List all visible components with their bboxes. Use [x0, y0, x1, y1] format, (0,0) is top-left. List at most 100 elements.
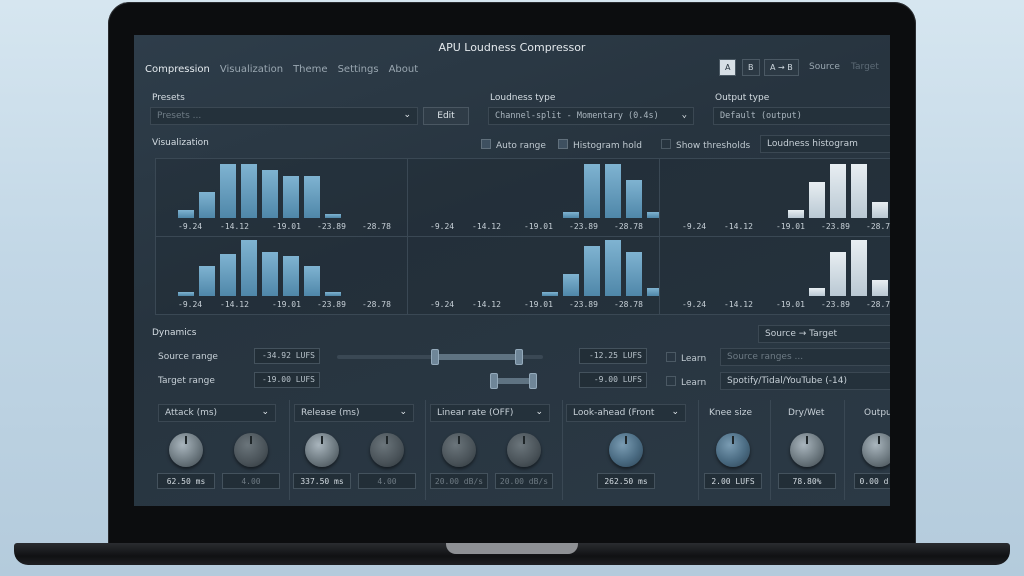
visualization-mode-value: Loudness histogram: [767, 139, 858, 149]
show-thresholds-checkbox[interactable]: Show thresholds: [661, 139, 750, 151]
edit-preset-button[interactable]: Edit: [423, 107, 469, 125]
output-type-value: Default (output): [720, 111, 802, 121]
source-range-max-field[interactable]: -12.25 LUFS: [579, 348, 647, 364]
tab-about[interactable]: About: [384, 61, 424, 78]
attack-knob[interactable]: [169, 433, 203, 467]
auto-range-label: Auto range: [496, 141, 546, 151]
dry-wet-label: Dry/Wet: [788, 408, 825, 418]
attack-secondary-knob[interactable]: [234, 433, 268, 467]
source-toggle[interactable]: Source: [809, 62, 840, 72]
dynamics-mode-value: Source → Target: [765, 329, 838, 339]
knob-pointer: [732, 436, 734, 444]
target-toggle[interactable]: Target: [851, 62, 879, 72]
histogram-bar: [199, 266, 215, 296]
target-preset-value: Spotify/Tidal/YouTube (-14): [727, 376, 847, 386]
target-range-min-handle[interactable]: [490, 373, 498, 389]
attack-value[interactable]: 62.50 ms: [157, 473, 215, 489]
divider: [425, 400, 426, 500]
histogram-bar: [626, 252, 642, 296]
target-range-min-field[interactable]: -19.00 LUFS: [254, 372, 320, 388]
tab-visualization[interactable]: Visualization: [215, 61, 288, 78]
tab-theme[interactable]: Theme: [288, 61, 333, 78]
preset-a-button[interactable]: A: [719, 59, 737, 76]
tick-label: -28.78: [362, 300, 391, 309]
attack-select[interactable]: Attack (ms) ⌄: [158, 404, 276, 422]
histogram-bar: [241, 240, 257, 296]
chevron-down-icon: ⌄: [403, 110, 411, 120]
loudness-type-select[interactable]: Channel-split - Momentary (0.4s) ⌄: [488, 107, 694, 125]
histogram-bar: [872, 202, 888, 218]
tab-compression[interactable]: Compression: [140, 61, 215, 78]
target-preset-select[interactable]: Spotify/Tidal/YouTube (-14): [720, 372, 890, 390]
source-range-min-field[interactable]: -34.92 LUFS: [254, 348, 320, 364]
chevron-down-icon: ⌄: [535, 407, 543, 417]
attack-secondary-value[interactable]: 4.00: [222, 473, 280, 489]
output-label: Outpu: [864, 408, 890, 418]
checkbox-icon: [661, 139, 671, 149]
target-range-max-handle[interactable]: [529, 373, 537, 389]
visualization-label: Visualization: [152, 138, 209, 148]
copy-a-to-b-button[interactable]: A → B: [764, 59, 799, 76]
presets-select[interactable]: Presets ... ⌄: [150, 107, 418, 125]
source-learn-checkbox[interactable]: Learn: [666, 352, 706, 364]
linear-rate-secondary-knob[interactable]: [507, 433, 541, 467]
target-range-slider-fill: [494, 378, 534, 384]
dry-wet-knob[interactable]: [790, 433, 824, 467]
source-range-min-handle[interactable]: [431, 349, 439, 365]
visualization-mode-select[interactable]: Loudness histogram: [760, 135, 890, 153]
tick-label: -23.89: [569, 300, 598, 309]
knee-size-value[interactable]: 2.00 LUFS: [704, 473, 762, 489]
output-value[interactable]: 0.00 d: [854, 473, 890, 489]
linear-rate-select[interactable]: Linear rate (OFF) ⌄: [430, 404, 550, 422]
tick-label: -19.01: [524, 222, 553, 231]
tick-label: -23.89: [317, 222, 346, 231]
knee-size-knob[interactable]: [716, 433, 750, 467]
linear-rate-value[interactable]: 20.00 dB/s: [430, 473, 488, 489]
chevron-down-icon: ⌄: [399, 407, 407, 417]
tick-label: -23.89: [821, 300, 850, 309]
histogram-bar: [199, 192, 215, 218]
preset-b-button[interactable]: B: [742, 59, 760, 76]
histogram-bar: [647, 288, 659, 296]
linear-rate-knob[interactable]: [442, 433, 476, 467]
tick-label: -9.24: [178, 222, 203, 231]
dry-wet-value[interactable]: 78.80%: [778, 473, 836, 489]
dynamics-label: Dynamics: [152, 328, 197, 338]
histogram-bar: [542, 292, 558, 296]
target-range-max-field[interactable]: -9.00 LUFS: [579, 372, 647, 388]
auto-range-checkbox[interactable]: Auto range: [481, 139, 546, 151]
release-select[interactable]: Release (ms) ⌄: [294, 404, 414, 422]
dynamics-mode-select[interactable]: Source → Target: [758, 325, 890, 343]
release-knob[interactable]: [305, 433, 339, 467]
tick-label: -28.78: [866, 300, 890, 309]
target-learn-checkbox[interactable]: Learn: [666, 376, 706, 388]
source-ranges-select[interactable]: Source ranges ...: [720, 348, 890, 366]
knob-pointer: [250, 436, 252, 444]
histogram-bar: [647, 212, 659, 218]
histogram-bar: [220, 164, 236, 218]
tick-label: -19.01: [776, 300, 805, 309]
look-ahead-value[interactable]: 262.50 ms: [597, 473, 655, 489]
look-ahead-select[interactable]: Look-ahead (Front ⌄: [566, 404, 686, 422]
tab-settings[interactable]: Settings: [333, 61, 384, 78]
histogram-hold-checkbox[interactable]: Histogram hold: [558, 139, 642, 151]
laptop-notch: [446, 543, 578, 554]
release-secondary-value[interactable]: 4.00: [358, 473, 416, 489]
histogram-bar: [262, 170, 278, 218]
chevron-down-icon: ⌄: [671, 407, 679, 417]
release-secondary-knob[interactable]: [370, 433, 404, 467]
knob-pointer: [386, 436, 388, 444]
source-range-max-handle[interactable]: [515, 349, 523, 365]
linear-rate-secondary-value[interactable]: 20.00 dB/s: [495, 473, 553, 489]
histogram-bar: [304, 176, 320, 218]
tick-label: -14.12: [472, 222, 501, 231]
release-label: Release (ms): [301, 408, 360, 418]
histogram-bar: [872, 280, 888, 296]
source-learn-label: Learn: [681, 354, 707, 364]
histogram-bar: [605, 240, 621, 296]
output-knob[interactable]: [862, 433, 890, 467]
tick-label: -9.24: [682, 222, 707, 231]
look-ahead-knob[interactable]: [609, 433, 643, 467]
release-value[interactable]: 337.50 ms: [293, 473, 351, 489]
output-type-select[interactable]: Default (output): [713, 107, 890, 125]
